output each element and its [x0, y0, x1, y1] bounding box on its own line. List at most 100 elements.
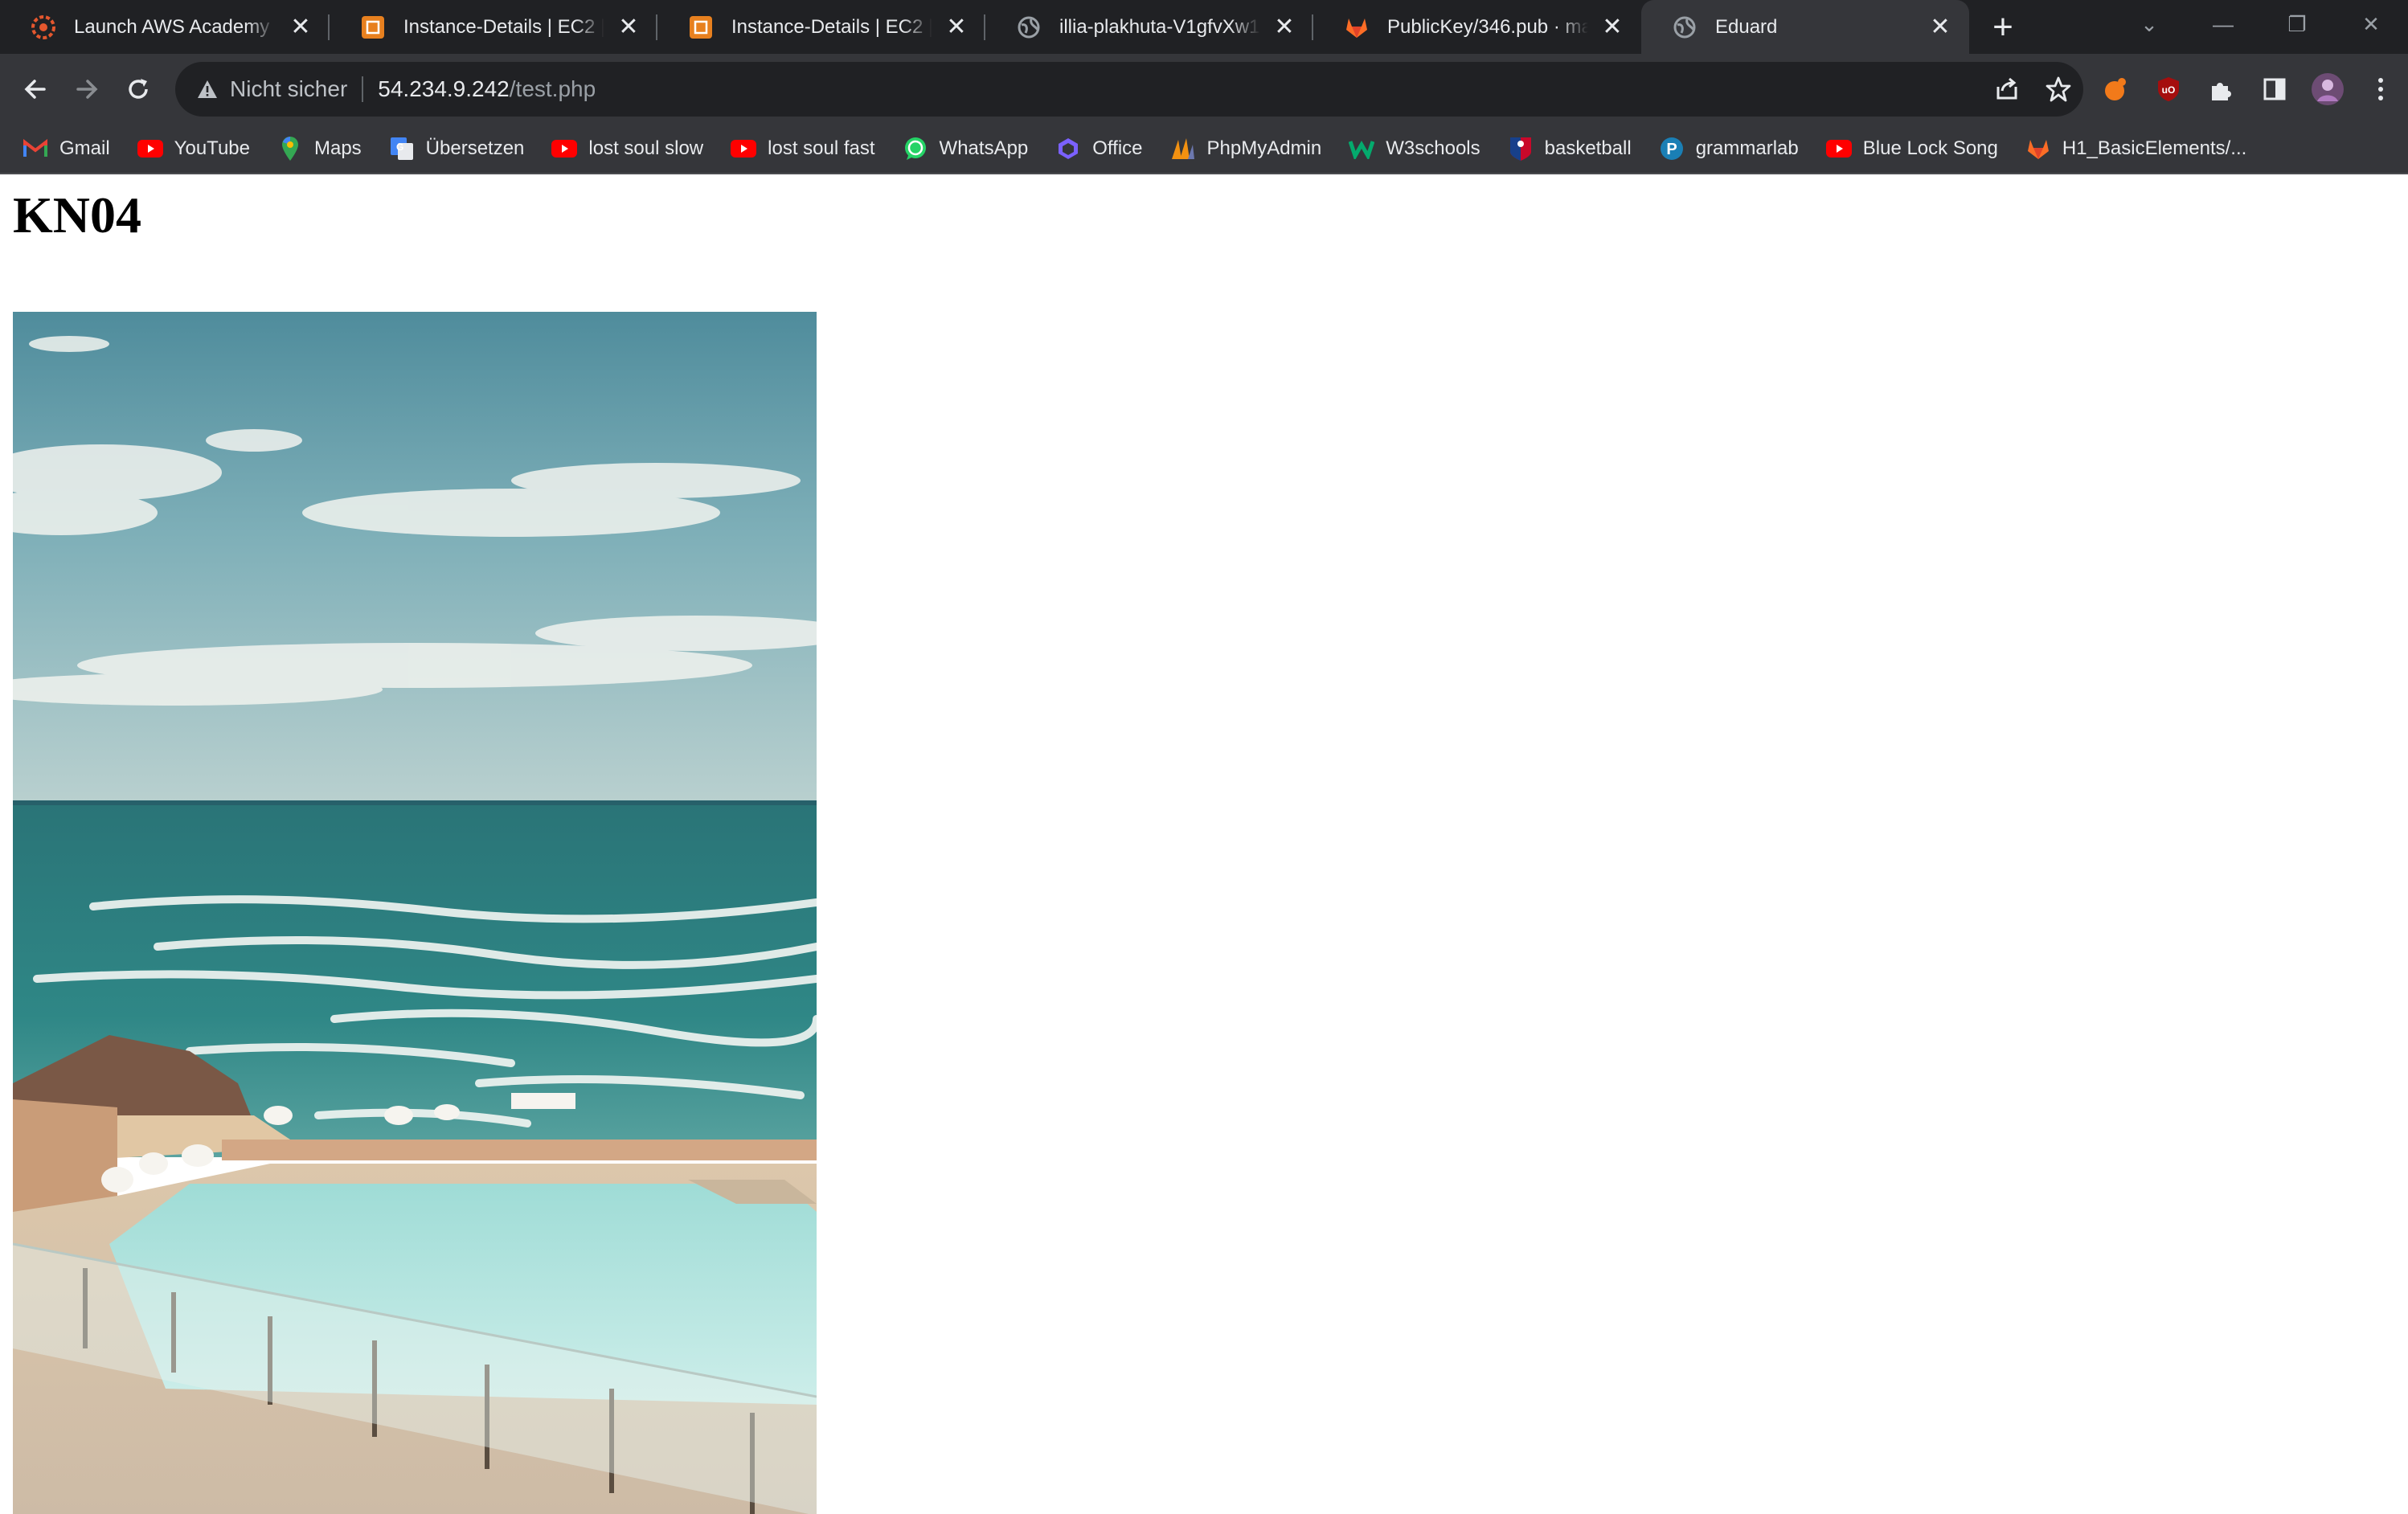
ec2-icon: [686, 13, 715, 42]
svg-text:P: P: [1666, 141, 1677, 158]
close-icon[interactable]: ✕: [1929, 14, 1951, 39]
back-arrow-icon: [24, 80, 46, 99]
office-icon: [1055, 136, 1081, 162]
bookmark-w3schools[interactable]: W3schools: [1349, 136, 1480, 162]
profile-avatar[interactable]: [2310, 72, 2345, 107]
bookmark-label: Gmail: [59, 137, 110, 159]
bookmark-phpmyadmin[interactable]: PhpMyAdmin: [1170, 136, 1321, 162]
forward-arrow-icon: [76, 80, 98, 99]
whatsapp-icon: [903, 136, 928, 162]
bookmark-label: lost soul slow: [588, 137, 704, 159]
grammarlab-icon: P: [1659, 136, 1685, 162]
youtube-icon: [1825, 136, 1852, 162]
menu-kebab-icon[interactable]: [2363, 72, 2398, 107]
bookmarks-bar: Gmail YouTube Maps G Übersetzen lost sou…: [0, 125, 2408, 174]
reload-button[interactable]: [113, 63, 164, 115]
url-host[interactable]: 54.234.9.242: [378, 76, 510, 102]
restore-icon[interactable]: ❐: [2260, 12, 2334, 37]
reload-icon: [129, 79, 148, 99]
youtube-icon: [551, 136, 578, 162]
tab-gitlab-publickey[interactable]: PublicKey/346.pub · main ✕: [1313, 0, 1641, 54]
tab-title: Eduard: [1715, 15, 1778, 38]
forward-button[interactable]: [61, 63, 113, 115]
bookmark-whatsapp[interactable]: WhatsApp: [903, 136, 1029, 162]
extensions-area: uO: [2098, 54, 2398, 125]
phpmyadmin-icon: [1170, 136, 1196, 162]
bookmark-label: lost soul fast: [768, 137, 875, 159]
tab-eduard-active[interactable]: Eduard ✕: [1641, 0, 1969, 54]
window-controls: ⌄ — ❐ ✕: [2112, 0, 2408, 48]
close-icon[interactable]: ✕: [1601, 14, 1624, 39]
close-icon[interactable]: ✕: [617, 14, 640, 39]
bookmark-h1-basicelements[interactable]: H1_BasicElements/...: [2025, 136, 2246, 162]
puzzle-extensions-icon[interactable]: [2204, 72, 2239, 107]
ec2-icon: [358, 13, 387, 42]
bookmark-maps[interactable]: Maps: [277, 136, 362, 162]
youtube-icon: [137, 136, 163, 162]
bookmark-label: W3schools: [1386, 137, 1480, 159]
new-tab-button[interactable]: +: [1977, 0, 2029, 54]
translate-icon: G: [389, 136, 415, 162]
side-panel-icon[interactable]: [2257, 72, 2292, 107]
minimize-icon[interactable]: —: [2186, 12, 2260, 37]
w3schools-icon: [1349, 136, 1375, 162]
address-bar[interactable]: Nicht sicher 54.234.9.242/test.php: [175, 62, 2083, 117]
tab-title: Launch AWS Academy Learner Lab: [74, 15, 276, 38]
share-icon[interactable]: [1993, 76, 2021, 103]
tab-ec2-instance-details[interactable]: Instance-Details | EC2 | us-east-1 ✕: [657, 0, 985, 54]
bookmark-lost-soul-slow[interactable]: lost soul slow: [551, 136, 703, 162]
svg-text:uO: uO: [2162, 84, 2176, 96]
close-window-icon[interactable]: ✕: [2334, 12, 2408, 37]
page-content: KN04: [0, 174, 2408, 1514]
tab-title: PublicKey/346.pub · main: [1387, 15, 1588, 38]
security-status-label[interactable]: Nicht sicher: [230, 76, 347, 102]
bookmark-label: WhatsApp: [939, 137, 1029, 159]
extension-orange-icon[interactable]: [2098, 72, 2133, 107]
bookmark-star-icon[interactable]: [2045, 76, 2072, 103]
gmail-icon: [23, 136, 48, 162]
close-icon[interactable]: ✕: [1273, 14, 1296, 39]
ublock-icon[interactable]: uO: [2151, 72, 2186, 107]
maps-icon: [277, 136, 303, 162]
bookmark-lost-soul-fast[interactable]: lost soul fast: [731, 136, 875, 162]
aws-academy-icon: [29, 13, 58, 42]
url-path[interactable]: /test.php: [510, 76, 596, 102]
bookmark-office[interactable]: Office: [1055, 136, 1143, 162]
bookmark-gmail[interactable]: Gmail: [23, 136, 110, 162]
bookmark-uebersetzen[interactable]: G Übersetzen: [389, 136, 525, 162]
bookmark-label: YouTube: [174, 137, 250, 159]
tab-illia-plakhuta[interactable]: illia-plakhuta-V1gfvXw1g7 ✕: [985, 0, 1313, 54]
bookmark-youtube[interactable]: YouTube: [137, 136, 250, 162]
tab-search-icon[interactable]: ⌄: [2112, 12, 2186, 37]
address-divider: [362, 76, 364, 102]
tab-title: illia-plakhuta-V1gfvXw1g7: [1059, 15, 1260, 38]
tab-ec2-instance-details[interactable]: Instance-Details | EC2 | us-east-1 ✕: [330, 0, 657, 54]
bookmark-label: Blue Lock Song: [1862, 137, 1998, 159]
close-icon[interactable]: ✕: [289, 14, 312, 39]
close-icon[interactable]: ✕: [945, 14, 968, 39]
youtube-icon: [731, 136, 757, 162]
svg-text:G: G: [396, 141, 403, 153]
tab-title: Instance-Details | EC2 | us-east-1: [403, 15, 604, 38]
bookmark-label: Office: [1092, 137, 1143, 159]
page-heading: KN04: [13, 186, 141, 243]
bookmark-label: Maps: [313, 137, 362, 159]
basketball-icon: [1508, 136, 1534, 162]
bookmark-blue-lock-song[interactable]: Blue Lock Song: [1825, 136, 1998, 162]
tab-aws-academy[interactable]: Launch AWS Academy Learner Lab ✕: [0, 0, 330, 54]
bookmark-label: H1_BasicElements/...: [2062, 137, 2247, 159]
globe-icon: [1670, 13, 1699, 42]
bookmark-basketball[interactable]: basketball: [1508, 136, 1632, 162]
bookmark-grammarlab[interactable]: P grammarlab: [1659, 136, 1799, 162]
toolbar: Nicht sicher 54.234.9.242/test.php uO: [0, 54, 2408, 125]
bookmark-label: Übersetzen: [425, 137, 525, 159]
bookmark-label: grammarlab: [1695, 137, 1799, 159]
beach-pool-photo: [13, 312, 817, 1514]
gitlab-icon: [1342, 13, 1371, 42]
bookmark-label: basketball: [1544, 137, 1632, 159]
globe-icon: [1014, 13, 1043, 42]
tab-title: Instance-Details | EC2 | us-east-1: [731, 15, 932, 38]
back-button[interactable]: [10, 63, 61, 115]
warning-icon[interactable]: [196, 78, 219, 100]
tab-strip: Launch AWS Academy Learner Lab ✕ Instanc…: [0, 0, 2408, 54]
